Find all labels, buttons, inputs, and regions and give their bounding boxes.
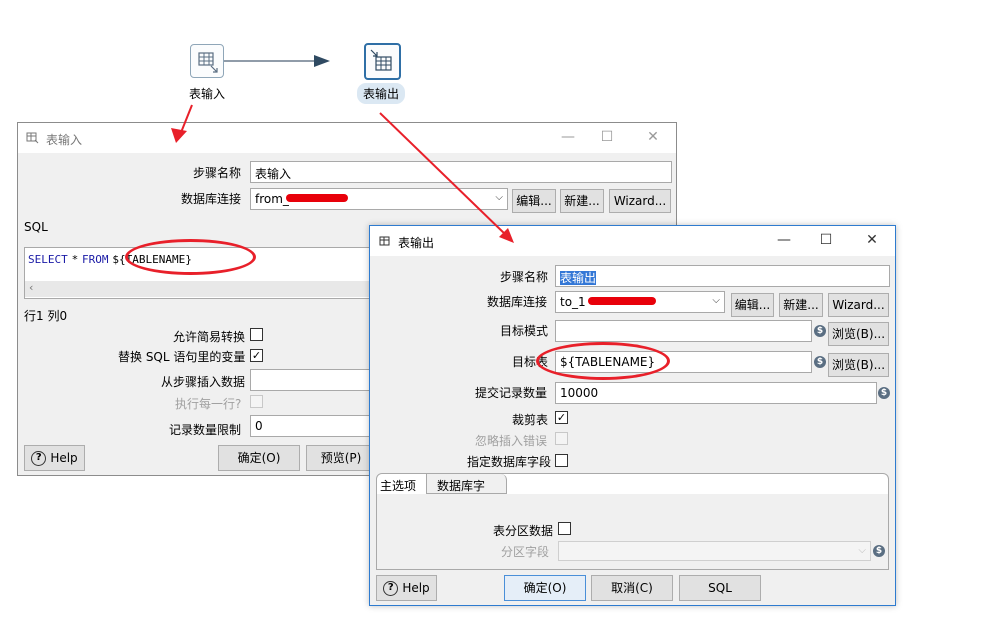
annotation-arrows — [171, 104, 514, 243]
